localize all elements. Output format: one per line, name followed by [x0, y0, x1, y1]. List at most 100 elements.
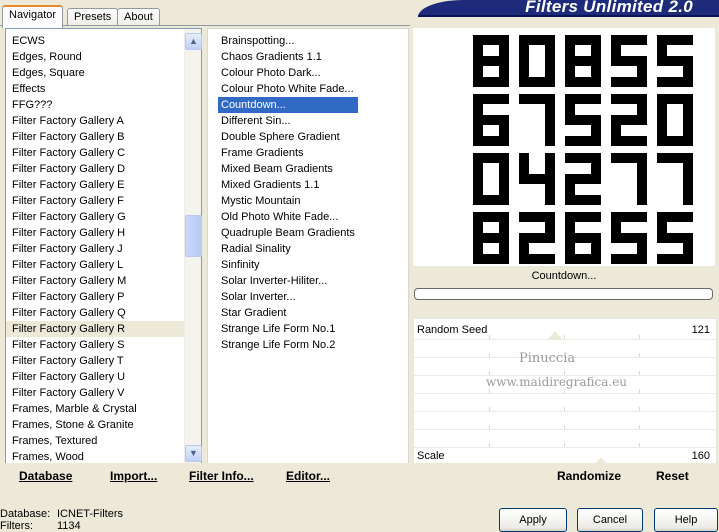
cancel-button[interactable]: Cancel: [577, 508, 643, 532]
randomize-button[interactable]: Randomize: [557, 469, 621, 483]
slider-tick: [564, 443, 565, 447]
category-item[interactable]: Filter Factory Gallery D: [6, 161, 186, 177]
digit-glyph: [657, 94, 693, 146]
category-item[interactable]: Filter Factory Gallery V: [6, 385, 186, 401]
filter-item[interactable]: Radial Sinality: [218, 241, 358, 257]
digit-glyph: [611, 35, 647, 87]
filter-info-button[interactable]: Filter Info...: [189, 469, 254, 483]
slider-tick: [489, 335, 490, 339]
filters-info: Filters: 1134: [0, 520, 81, 532]
filter-item[interactable]: Mixed Gradients 1.1: [218, 177, 358, 193]
scroll-thumb[interactable]: [185, 215, 202, 257]
filter-item[interactable]: Solar Inverter-Hiliter...: [218, 273, 358, 289]
category-item[interactable]: Filter Factory Gallery U: [6, 369, 186, 385]
filter-item[interactable]: Chaos Gradients 1.1: [218, 49, 358, 65]
category-item[interactable]: ECWS: [6, 33, 186, 49]
category-item[interactable]: Frames, Textured: [6, 433, 186, 449]
countdown-digits: [473, 35, 693, 264]
help-button[interactable]: Help: [654, 508, 718, 532]
category-item[interactable]: Filter Factory Gallery C: [6, 145, 186, 161]
digit-glyph: [519, 35, 555, 87]
database-button[interactable]: Database: [19, 469, 72, 483]
digit-glyph: [657, 35, 693, 87]
category-item[interactable]: Edges, Round: [6, 49, 186, 65]
digit-row: [473, 212, 693, 264]
category-list[interactable]: ECWS Edges, Round Edges, Square Effects FFG?…: [5, 28, 202, 464]
category-item[interactable]: Filter Factory Gallery P: [6, 289, 186, 305]
category-item[interactable]: Edges, Square: [6, 65, 186, 81]
category-item[interactable]: Effects: [6, 81, 186, 97]
filter-item[interactable]: Solar Inverter...: [218, 289, 358, 305]
slider-tick: [489, 443, 490, 447]
random-seed-slider[interactable]: Random Seed 121: [414, 321, 716, 339]
scroll-down-icon[interactable]: ▼: [185, 445, 202, 462]
category-item[interactable]: Filter Factory Gallery J: [6, 241, 186, 257]
digit-glyph: [611, 212, 647, 264]
filter-item[interactable]: Different Sin...: [218, 113, 358, 129]
category-item[interactable]: Filter Factory Gallery M: [6, 273, 186, 289]
slider-tick: [639, 389, 640, 393]
category-scrollbar[interactable]: ▲ ▼: [184, 29, 202, 463]
filters-value: 1134: [57, 520, 81, 532]
slider-tick: [564, 425, 565, 429]
category-item[interactable]: Filter Factory Gallery B: [6, 129, 186, 145]
divider: [414, 339, 716, 340]
filter-item[interactable]: Sinfinity: [218, 257, 358, 273]
slider-tick: [639, 371, 640, 375]
category-item[interactable]: Filter Factory Gallery T: [6, 353, 186, 369]
category-item[interactable]: Frames, Stone & Granite: [6, 417, 186, 433]
filter-item[interactable]: Quadruple Beam Gradients: [218, 225, 358, 241]
digit-row: [473, 153, 693, 205]
slider-tick: [639, 443, 640, 447]
digit-glyph: [473, 212, 509, 264]
filter-items: Brainspotting... Chaos Gradients 1.1 Colou…: [218, 33, 358, 353]
filter-item[interactable]: Brainspotting...: [218, 33, 358, 49]
tab-presets[interactable]: Presets: [67, 8, 119, 26]
category-item[interactable]: Filter Factory Gallery L: [6, 257, 186, 273]
category-item[interactable]: Filter Factory Gallery Q: [6, 305, 186, 321]
progress-bar: [414, 288, 713, 300]
digit-glyph: [473, 153, 509, 205]
filter-item[interactable]: Colour Photo White Fade...: [218, 81, 358, 97]
category-item[interactable]: Filter Factory Gallery H: [6, 225, 186, 241]
scroll-up-icon[interactable]: ▲: [185, 33, 202, 50]
apply-button[interactable]: Apply: [499, 508, 567, 532]
editor-button[interactable]: Editor...: [286, 469, 330, 483]
filter-item[interactable]: Old Photo White Fade...: [218, 209, 358, 225]
divider: [414, 393, 716, 394]
filter-item[interactable]: Frame Gradients: [218, 145, 358, 161]
filter-item[interactable]: Mixed Beam Gradients: [218, 161, 358, 177]
category-item[interactable]: Filter Factory Gallery G: [6, 209, 186, 225]
random-seed-thumb[interactable]: [548, 331, 562, 339]
tab-navigator[interactable]: Navigator: [2, 5, 64, 28]
category-item[interactable]: Filter Factory Gallery E: [6, 177, 186, 193]
filter-item[interactable]: Countdown...: [218, 97, 358, 113]
reset-button[interactable]: Reset: [656, 469, 689, 483]
filter-item[interactable]: Strange Life Form No.1: [218, 321, 358, 337]
filter-list[interactable]: Brainspotting... Chaos Gradients 1.1 Colou…: [207, 28, 409, 464]
filter-item[interactable]: Colour Photo Dark...: [218, 65, 358, 81]
digit-glyph: [565, 153, 601, 205]
import-button[interactable]: Import...: [110, 469, 157, 483]
slider-tick: [564, 389, 565, 393]
filter-item[interactable]: Mystic Mountain: [218, 193, 358, 209]
category-item[interactable]: Filter Factory Gallery A: [6, 113, 186, 129]
digit-glyph: [565, 35, 601, 87]
filter-item[interactable]: Double Sphere Gradient: [218, 129, 358, 145]
preview-image: [413, 28, 715, 266]
slider-tick: [564, 371, 565, 375]
digit-glyph: [565, 94, 601, 146]
slider-tick: [489, 407, 490, 411]
filter-item[interactable]: Star Gradient: [218, 305, 358, 321]
digit-glyph: [473, 94, 509, 146]
digit-glyph: [519, 153, 555, 205]
tab-about[interactable]: About: [117, 8, 160, 26]
category-item[interactable]: Filter Factory Gallery S: [6, 337, 186, 353]
filter-item[interactable]: Strange Life Form No.2: [218, 337, 358, 353]
category-item[interactable]: FFG???: [6, 97, 186, 113]
category-item[interactable]: Filter Factory Gallery F: [6, 193, 186, 209]
random-seed-label: Random Seed: [417, 324, 488, 336]
category-item[interactable]: Frames, Marble & Crystal: [6, 401, 186, 417]
category-item[interactable]: Filter Factory Gallery R: [6, 321, 186, 337]
random-seed-value: 121: [691, 324, 710, 336]
